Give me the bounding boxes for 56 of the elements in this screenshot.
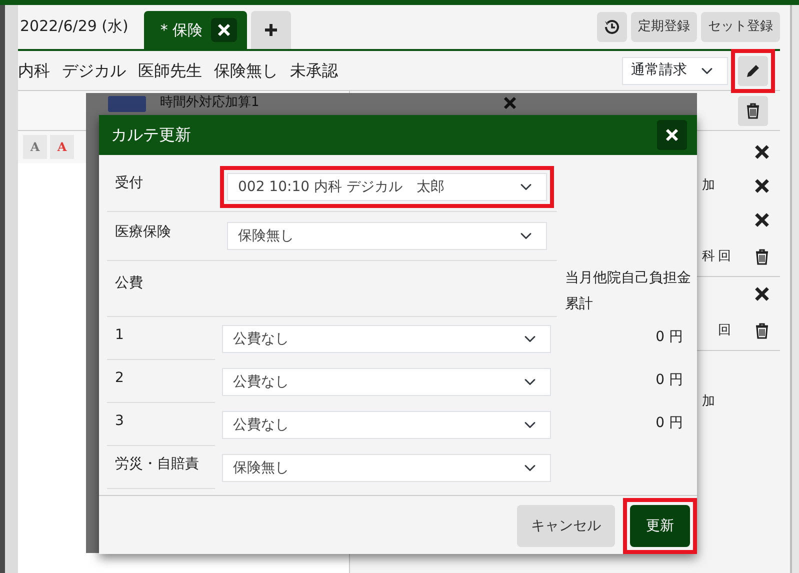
update-button[interactable]: 更新 <box>630 505 690 547</box>
remove-icon[interactable] <box>754 144 770 160</box>
add-tab-button[interactable] <box>250 11 291 49</box>
item-title: 時間外対応加算1 <box>160 96 260 110</box>
remove-icon[interactable] <box>754 212 770 228</box>
close-button[interactable] <box>657 120 687 150</box>
tab[interactable]: * 保険 <box>144 11 247 49</box>
info-text: デジカル <box>62 60 126 82</box>
field-select[interactable]: 公費なし <box>222 325 551 353</box>
remove-icon[interactable] <box>754 286 770 302</box>
item-text: 科 <box>702 248 716 266</box>
info-text: 保険無し <box>214 60 278 82</box>
date-label: 2022/6/29 (水) <box>19 16 130 36</box>
close-icon <box>665 128 679 142</box>
edit-button[interactable] <box>738 56 768 86</box>
field-select[interactable]: 公費なし <box>222 411 551 439</box>
plus-icon <box>264 23 278 37</box>
tag-block <box>108 96 146 112</box>
info-text: 未承認 <box>290 60 338 82</box>
count-unit: 回 <box>718 248 732 266</box>
amount-text: 0 円 <box>656 372 683 388</box>
field-select[interactable]: 保険無し <box>227 222 547 250</box>
field-label: 1 <box>107 325 215 360</box>
field-label: 受付 <box>114 174 144 193</box>
field-label: 労災・自賠責 <box>107 454 215 489</box>
field-label: 3 <box>107 411 215 446</box>
register-button[interactable]: 定期登録 <box>631 12 697 42</box>
field-label: 公費 <box>114 274 144 293</box>
field-select[interactable]: 002 10:10 内科 デジカル 太郎 <box>227 173 547 201</box>
dialog-title: カルテ更新 <box>111 124 191 146</box>
history-button[interactable] <box>597 12 627 42</box>
field-select[interactable]: 保険無し <box>222 454 551 482</box>
count-unit: 回 <box>718 322 732 340</box>
trash-icon[interactable] <box>755 322 769 338</box>
trash-icon[interactable] <box>755 248 769 264</box>
field-select[interactable]: 公費なし <box>222 368 551 396</box>
cancel-button[interactable]: キャンセル <box>517 505 615 547</box>
amount-text: 0 円 <box>656 329 683 345</box>
amount-text: 0 円 <box>656 415 683 431</box>
close-icon <box>210 18 237 42</box>
info-text: 内科 <box>18 60 50 82</box>
field-label: 2 <box>107 368 215 403</box>
pencil-icon <box>745 62 761 78</box>
field-label: 医療保険 <box>114 223 172 242</box>
remove-icon <box>503 96 517 110</box>
remove-icon[interactable] <box>754 178 770 194</box>
register-button[interactable]: セット登録 <box>701 12 780 42</box>
item-text: 加 <box>702 393 716 412</box>
trash-icon <box>746 102 760 118</box>
delete-button[interactable] <box>738 96 768 126</box>
total-label: 当月他院自己負担金累計 <box>565 269 692 314</box>
billing-select[interactable]: 通常請求 <box>622 56 728 84</box>
font-color-button[interactable]: A <box>23 135 47 159</box>
history-icon <box>604 18 620 35</box>
item-text: 加 <box>702 177 716 196</box>
info-text: 医師先生 <box>138 60 202 82</box>
